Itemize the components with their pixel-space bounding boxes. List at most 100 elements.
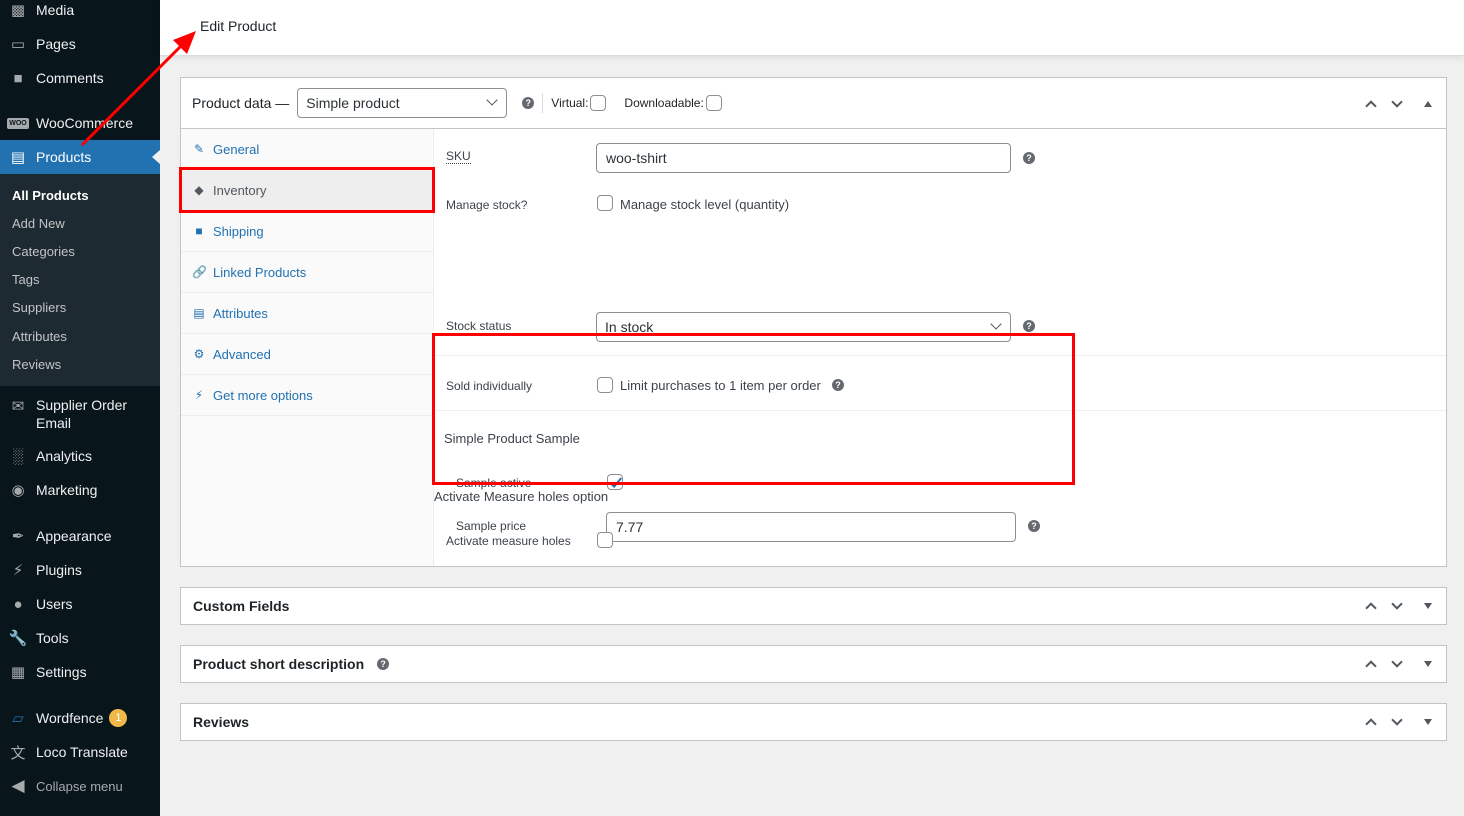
virtual-label: Virtual: xyxy=(551,96,589,110)
help-icon[interactable]: ? xyxy=(522,97,535,109)
chevron-down-icon xyxy=(1391,714,1403,726)
menu-label: Analytics xyxy=(36,448,93,464)
submenu-add-new[interactable]: Add New xyxy=(12,216,65,231)
box-title: Reviews xyxy=(193,714,250,730)
wrench-icon: ✎ xyxy=(193,142,205,156)
plug-icon: ⚡ xyxy=(194,388,204,402)
toggle-panel-button[interactable] xyxy=(1410,603,1446,609)
product-type-value: Simple product xyxy=(306,95,400,111)
box-title: Custom Fields xyxy=(193,598,290,614)
move-down-button[interactable] xyxy=(1384,95,1410,108)
menu-item-analytics[interactable]: ░ Analytics xyxy=(0,446,160,466)
virtual-checkbox-box[interactable] xyxy=(590,95,607,111)
product-type-select[interactable]: Simple product xyxy=(297,88,508,118)
chevron-down-icon xyxy=(1391,598,1403,610)
menu-item-marketing[interactable]: ◉ Marketing xyxy=(0,480,160,500)
move-up-button[interactable] xyxy=(1358,658,1384,672)
tab-label: Inventory xyxy=(213,182,267,198)
menu-item-supplier-order-email[interactable]: ✉ Supplier Order Email xyxy=(0,396,160,432)
menu-item-products[interactable]: ▤ Products xyxy=(0,140,160,174)
submenu-suppliers[interactable]: Suppliers xyxy=(12,300,66,315)
toggle-panel-button[interactable] xyxy=(1410,661,1446,667)
menu-item-wordfence[interactable]: ▱ Wordfence 1 xyxy=(0,708,160,728)
settings-icon: ▦ xyxy=(10,664,26,681)
menu-item-appearance[interactable]: ✒ Appearance xyxy=(0,526,160,546)
gear-icon: ⚙ xyxy=(193,347,205,361)
custom-fields-box[interactable]: Custom Fields xyxy=(180,587,1447,625)
divider xyxy=(542,93,544,113)
menu-item-plugins[interactable]: ⚡ Plugins xyxy=(0,560,160,580)
tab-label: Get more options xyxy=(213,387,313,403)
stock-status-select[interactable]: In stock xyxy=(596,312,1011,342)
menu-label: Products xyxy=(36,149,92,165)
toggle-panel-button[interactable] xyxy=(1410,100,1446,107)
collapse-menu-button[interactable]: ◀ Collapse menu xyxy=(0,776,160,796)
sample-active-checkbox[interactable] xyxy=(607,474,623,490)
move-up-button[interactable] xyxy=(1358,98,1384,112)
sample-price-input[interactable]: 7.77 xyxy=(606,512,1016,542)
move-up-button[interactable] xyxy=(1358,716,1384,730)
menu-item-settings[interactable]: ▦ Settings xyxy=(0,662,160,682)
menu-item-woocommerce[interactable]: WOO WooCommerce xyxy=(0,113,160,133)
submenu-tags[interactable]: Tags xyxy=(12,272,39,287)
tab-general[interactable]: ✎ General xyxy=(181,129,433,170)
measure-holes-checkbox[interactable] xyxy=(597,532,613,548)
tab-inventory[interactable]: ◆ Inventory xyxy=(181,170,433,211)
menu-item-users[interactable]: ● Users xyxy=(0,594,160,614)
move-down-button[interactable] xyxy=(1384,656,1410,668)
tab-label: General xyxy=(213,141,260,157)
woocommerce-icon: WOO xyxy=(7,117,29,129)
divider xyxy=(434,410,1446,411)
downloadable-checkbox[interactable]: Downloadable: xyxy=(624,95,722,111)
downloadable-checkbox-box[interactable] xyxy=(705,95,722,111)
menu-item-comments[interactable]: ■ Comments xyxy=(0,68,160,88)
reviews-box[interactable]: Reviews xyxy=(180,703,1447,741)
help-icon[interactable]: ? xyxy=(1023,152,1035,164)
menu-item-tools[interactable]: 🔧 Tools xyxy=(0,628,160,648)
wrench-icon: 🔧 xyxy=(8,630,28,647)
measure-holes-label: Activate measure holes xyxy=(446,534,571,548)
sku-input[interactable]: woo-tshirt xyxy=(596,143,1011,173)
submenu-attributes[interactable]: Attributes xyxy=(12,329,67,344)
tab-shipping[interactable]: ■ Shipping xyxy=(181,211,433,252)
pages-icon: ▭ xyxy=(10,36,26,53)
collapse-label: Collapse menu xyxy=(36,778,123,794)
menu-item-media[interactable]: ▩ Media xyxy=(0,0,160,20)
help-icon[interactable]: ? xyxy=(1028,520,1040,532)
menu-label: Supplier Order Email xyxy=(36,397,128,431)
paintbrush-icon: ✒ xyxy=(11,528,25,545)
notification-badge: 1 xyxy=(109,709,128,727)
help-icon[interactable]: ? xyxy=(1023,320,1035,332)
submenu-categories[interactable]: Categories xyxy=(12,244,75,259)
help-icon[interactable]: ? xyxy=(832,379,844,391)
menu-label: Plugins xyxy=(36,562,82,578)
short-description-box[interactable]: Product short description ? xyxy=(180,645,1447,683)
move-down-button[interactable] xyxy=(1384,598,1410,610)
tab-attributes[interactable]: ▤ Attributes xyxy=(181,293,433,334)
move-down-button[interactable] xyxy=(1384,714,1410,726)
help-icon[interactable]: ? xyxy=(377,658,390,670)
tab-get-more-options[interactable]: ⚡ Get more options xyxy=(181,375,433,416)
stock-status-label: Stock status xyxy=(446,319,512,333)
move-up-button[interactable] xyxy=(1358,600,1384,614)
submenu-all-products[interactable]: All Products xyxy=(12,188,89,203)
toggle-panel-button[interactable] xyxy=(1410,719,1446,725)
manage-stock-checkbox[interactable] xyxy=(597,195,613,211)
page-header: Edit Product xyxy=(160,0,1464,56)
submenu-reviews[interactable]: Reviews xyxy=(12,357,61,372)
chevron-up-icon xyxy=(1365,718,1377,730)
menu-item-pages[interactable]: ▭ Pages xyxy=(0,34,160,54)
tab-advanced[interactable]: ⚙ Advanced xyxy=(181,334,433,375)
menu-label: Settings xyxy=(36,664,87,680)
tab-label: Attributes xyxy=(213,305,268,321)
chevron-down-icon xyxy=(990,318,1002,330)
triangle-down-icon xyxy=(1424,661,1432,667)
tab-label: Linked Products xyxy=(213,264,307,280)
tab-linked-products[interactable]: 🔗 Linked Products xyxy=(181,252,433,293)
users-icon: ● xyxy=(13,595,23,613)
menu-item-loco-translate[interactable]: 文 Loco Translate xyxy=(0,742,160,762)
box-title: Product short description xyxy=(193,656,365,672)
comments-icon: ■ xyxy=(13,69,23,87)
virtual-checkbox[interactable]: Virtual: xyxy=(551,95,607,111)
sold-individually-checkbox[interactable] xyxy=(597,377,613,393)
